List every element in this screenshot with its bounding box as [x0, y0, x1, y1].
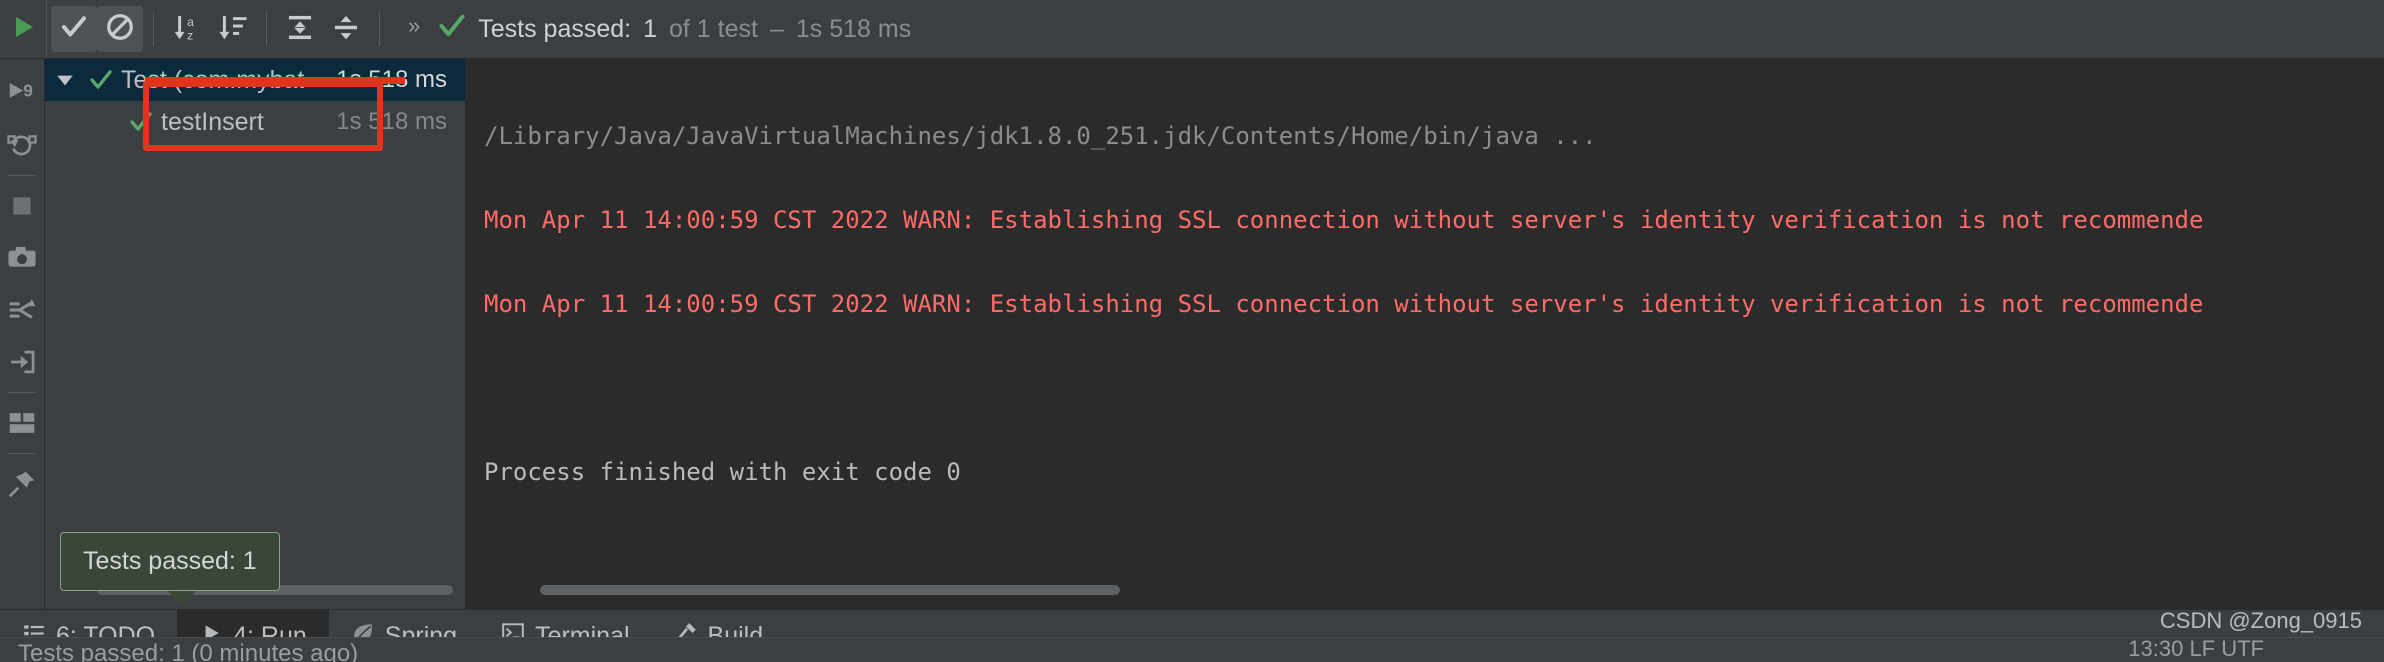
dump-threads-icon[interactable] — [0, 284, 44, 336]
svg-text:9: 9 — [23, 81, 33, 101]
console-line: Process finished with exit code 0 — [484, 458, 961, 486]
tests-passed-count: 1 — [643, 14, 658, 43]
rerun-failed-icon[interactable]: 9 — [0, 67, 44, 119]
rail-separator-1 — [8, 175, 36, 176]
sort-alpha-icon: a z — [171, 11, 203, 48]
hide-ignored-toggle[interactable] — [97, 6, 143, 52]
chevron-down-icon[interactable] — [45, 69, 85, 91]
console-text: /Library/Java/JavaVirtualMachines/jdk1.8… — [466, 59, 2384, 577]
camera-icon[interactable] — [0, 232, 44, 284]
expand-all-button[interactable] — [277, 6, 323, 52]
tooltip-text: Tests passed: 1 — [83, 547, 257, 575]
toolbar-toggle-group: a z — [47, 0, 394, 58]
test-runner-toolbar: a z » Tests passed: 1 of 1 test – 1s 518… — [0, 0, 2384, 59]
green-check-icon — [438, 12, 466, 47]
tree-row-label: testInsert — [161, 107, 264, 136]
collapse-all-icon — [330, 11, 362, 48]
stop-icon[interactable] — [0, 180, 44, 232]
console-horizontal-scrollbar[interactable] — [540, 585, 1120, 595]
show-passed-toggle[interactable] — [51, 6, 97, 52]
green-check-icon — [125, 110, 157, 134]
tooltip-pointer — [168, 591, 196, 607]
sort-by-duration-button[interactable] — [210, 6, 256, 52]
tests-passed-tooltip: Tests passed: 1 — [60, 532, 280, 591]
run-actions-rail: 9 — [0, 59, 45, 609]
expand-all-icon — [284, 11, 316, 48]
sort-duration-icon — [217, 11, 249, 48]
tests-of-label: of 1 test — [669, 14, 758, 43]
test-status-summary: Tests passed: 1 of 1 test – 1s 518 ms — [438, 12, 911, 47]
ide-run-tool-window: a z » Tests passed: 1 of 1 test – 1s 518… — [0, 0, 2384, 662]
rail-separator-2 — [8, 392, 36, 393]
console-output[interactable]: /Library/Java/JavaVirtualMachines/jdk1.8… — [466, 59, 2384, 609]
status-separator: – — [769, 14, 784, 43]
toolbar-separator-1 — [153, 12, 154, 46]
no-entry-icon — [105, 12, 135, 47]
check-icon — [59, 12, 89, 47]
ide-status-bar: Tests passed: 1 (0 minutes ago) 13:30 LF… — [0, 637, 2384, 662]
pin-tab-icon[interactable] — [0, 458, 44, 510]
test-results-tree[interactable]: Test (com.mybat 1s 518 ms testInsert 1s … — [45, 59, 466, 609]
rerun-automatically-icon[interactable] — [0, 119, 44, 171]
toolbar-separator-3 — [379, 12, 380, 46]
console-line: Mon Apr 11 14:00:59 CST 2022 WARN: Estab… — [484, 290, 2204, 318]
tests-passed-label: Tests passed: — [478, 14, 632, 43]
svg-text:a: a — [187, 14, 194, 28]
console-line: Mon Apr 11 14:00:59 CST 2022 WARN: Estab… — [484, 206, 2204, 234]
toolbar-separator-2 — [266, 12, 267, 46]
tree-row-duration: 1s 518 ms — [336, 108, 447, 135]
tests-duration: 1s 518 ms — [795, 14, 912, 43]
svg-text:z: z — [187, 28, 193, 42]
green-check-icon — [85, 68, 117, 92]
rail-separator-3 — [8, 453, 36, 454]
sort-alphabetically-button[interactable]: a z — [164, 6, 210, 52]
rerun-tests-button[interactable] — [0, 0, 47, 58]
toolbar-overflow-button[interactable]: » — [394, 15, 432, 43]
export-test-results-icon[interactable] — [0, 336, 44, 388]
collapse-all-button[interactable] — [323, 6, 369, 52]
console-line: /Library/Java/JavaVirtualMachines/jdk1.8… — [484, 122, 1597, 150]
run-window-body: 9 Test ms testInsert 1s 518 ms /Library/… — [0, 59, 2384, 609]
annotation-strikethrough — [145, 77, 405, 84]
status-bar-right-info: 13:30 LF UTF — [2128, 637, 2264, 661]
csdn-watermark: CSDN @Zong_0915 — [2159, 608, 2362, 633]
tree-row-test-method[interactable]: testInsert 1s 518 ms — [45, 101, 465, 143]
run-play-icon — [8, 12, 38, 47]
status-bar-message: Tests passed: 1 (0 minutes ago) — [18, 640, 359, 662]
layout-icon[interactable] — [0, 397, 44, 449]
